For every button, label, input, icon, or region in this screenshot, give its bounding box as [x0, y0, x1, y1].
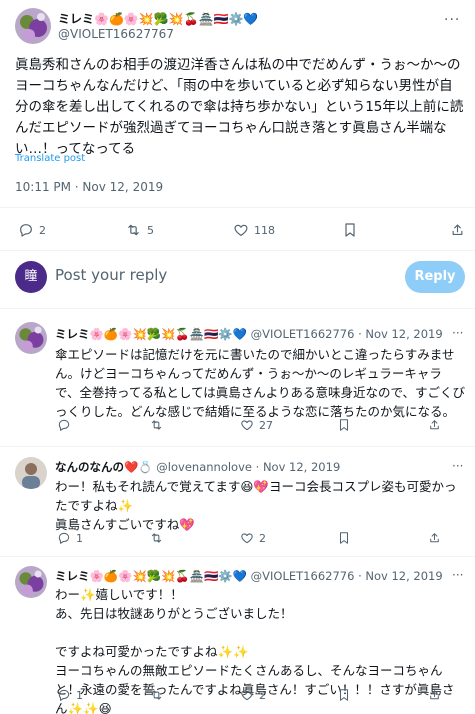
divider	[0, 308, 475, 309]
like-action[interactable]: 2	[240, 688, 266, 702]
repost-action[interactable]: 5	[125, 222, 154, 238]
reply-button[interactable]: Reply	[405, 261, 465, 293]
repost-action[interactable]	[149, 688, 169, 702]
repost-action[interactable]	[149, 531, 169, 545]
reply-icon	[58, 689, 70, 701]
reply-icon	[58, 532, 70, 544]
more-options-icon[interactable]: ···	[444, 12, 460, 28]
like-count: 118	[254, 223, 275, 237]
reply-action[interactable]	[57, 418, 76, 432]
reply-count: 1	[76, 688, 83, 702]
repost-icon	[151, 533, 162, 543]
author-handle[interactable]: @VIOLET16627767	[58, 27, 174, 41]
heart-icon	[241, 533, 253, 544]
divider	[0, 250, 475, 251]
reply-date[interactable]: · Nov 12, 2019	[358, 327, 443, 341]
repost-action[interactable]	[149, 418, 169, 432]
bookmark-icon	[345, 223, 355, 237]
post-text: 眞島秀和さんのお相手の渡辺洋香さんは私の中でだめんず・うぉ〜か〜のヨーコちゃんな…	[15, 57, 464, 157]
reply-action[interactable]: 1	[57, 688, 83, 702]
share-icon	[430, 690, 439, 700]
reply-action[interactable]: 2	[18, 222, 46, 238]
like-count: 27	[259, 418, 273, 432]
author-avatar[interactable]	[15, 8, 51, 44]
reply-count: 2	[39, 223, 46, 237]
bookmark-action[interactable]	[338, 531, 350, 545]
bookmark-icon	[339, 689, 349, 701]
share-action[interactable]	[428, 418, 441, 432]
more-options-icon[interactable]: ···	[452, 326, 463, 340]
reply-avatar[interactable]	[15, 457, 47, 489]
like-count: 2	[259, 531, 266, 545]
reply-text: 傘エピソードは記憶だけを元に書いたので細かいとこ違ったらすみません。けどヨーコち…	[55, 347, 466, 419]
divider	[0, 207, 475, 208]
more-options-icon[interactable]: ···	[452, 459, 463, 473]
bookmark-icon	[339, 532, 349, 544]
reply-avatar[interactable]	[15, 566, 47, 598]
reply-author-handle[interactable]: @lovenannolove	[156, 460, 252, 474]
share-action[interactable]	[428, 688, 441, 702]
repost-count: 5	[147, 223, 154, 237]
reply-date[interactable]: · Nov 12, 2019	[256, 460, 341, 474]
share-action[interactable]	[428, 531, 441, 545]
post-timestamp[interactable]: 10:11 PM · Nov 12, 2019	[15, 180, 163, 194]
reply-action[interactable]: 1	[57, 531, 83, 545]
divider	[0, 446, 475, 447]
like-count: 2	[259, 688, 266, 702]
share-icon	[430, 533, 439, 543]
more-options-icon[interactable]: ···	[452, 568, 463, 582]
reply-author-name[interactable]: ミレミ🌸🍊🌸💥🥦💥🍒🏯🇹🇭⚙️💙	[55, 569, 247, 583]
bookmark-icon	[339, 419, 349, 431]
heart-icon	[241, 420, 253, 431]
bookmark-action[interactable]	[338, 688, 350, 702]
reply-input[interactable]: Post your reply	[55, 266, 395, 288]
share-icon	[430, 420, 439, 430]
reply-author-handle[interactable]: @VIOLET1662776	[251, 569, 355, 583]
reply-text: わー！私もそれ読んで覚えてます😆💖ヨーコ会長コスプレ姿も可愛かったですよね✨ 眞…	[55, 479, 457, 532]
user-avatar-letter: 瞳	[24, 269, 38, 284]
reply-author-handle[interactable]: @VIOLET1662776	[251, 327, 355, 341]
repost-icon	[151, 420, 162, 430]
reply-author-name[interactable]: ミレミ🌸🍊🌸💥🥦💥🍒🏯🇹🇭⚙️💙	[55, 327, 247, 341]
like-action[interactable]: 118	[233, 222, 275, 238]
reply-avatar[interactable]	[15, 322, 47, 354]
user-avatar[interactable]: 瞳	[15, 261, 47, 293]
reply-icon	[20, 224, 32, 237]
like-action[interactable]: 27	[240, 418, 273, 432]
repost-icon	[151, 690, 162, 700]
reply-date[interactable]: · Nov 12, 2019	[358, 569, 443, 583]
share-icon	[452, 224, 463, 235]
author-name[interactable]: ミレミ🌸🍊🌸💥🥦💥🍒🏯🇹🇭⚙️💙	[58, 10, 258, 27]
reply-author-name[interactable]: なんのなんの❤️💍	[55, 460, 153, 474]
like-action[interactable]: 2	[240, 531, 266, 545]
share-action[interactable]	[450, 222, 465, 238]
reply-icon	[58, 419, 70, 431]
heart-icon	[241, 690, 253, 701]
translate-link[interactable]: Translate post	[15, 153, 85, 164]
divider	[0, 556, 475, 557]
bookmark-action[interactable]	[338, 418, 350, 432]
repost-icon	[128, 224, 139, 236]
bookmark-action[interactable]	[343, 222, 357, 238]
reply-count: 1	[76, 531, 83, 545]
heart-icon	[234, 224, 248, 236]
